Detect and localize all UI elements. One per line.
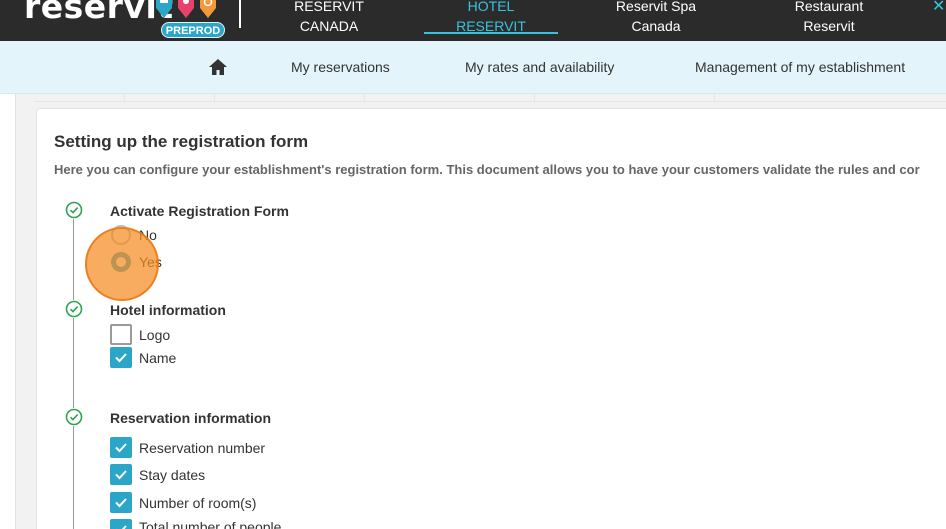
property-tab-label: Reservit Spa Canada <box>615 0 697 34</box>
timeline-line <box>73 219 74 529</box>
check-circle-icon <box>65 201 83 219</box>
checkbox-name[interactable] <box>110 347 132 368</box>
property-tab-label: Restaurant Reservit <box>794 0 864 34</box>
property-tab-label: HOTEL RESERVIT <box>456 0 526 34</box>
nav-my-reservations[interactable]: My reservations <box>291 59 390 75</box>
checkbox-label-number-of-rooms[interactable]: Number of room(s) <box>139 495 256 511</box>
logo-pins-icon <box>156 0 216 18</box>
page-title: Setting up the registration form <box>54 132 309 151</box>
nav-my-rates-and-availability[interactable]: My rates and availability <box>465 59 614 75</box>
checkbox-total-number-of-people[interactable] <box>110 519 132 529</box>
header-divider <box>239 0 241 28</box>
click-indicator <box>85 227 159 301</box>
close-icon[interactable]: ✕ <box>932 0 945 16</box>
home-icon[interactable] <box>208 58 228 76</box>
checkbox-label-logo[interactable]: Logo <box>139 327 170 343</box>
checkmark-icon <box>116 525 127 529</box>
checkbox-logo[interactable] <box>110 324 132 345</box>
property-tab-reservit-canada[interactable]: RESERVIT CANADA <box>286 0 372 36</box>
section-title-activate-registration-form: Activate Registration Form <box>110 203 289 219</box>
main-navigation: My reservations My rates and availabilit… <box>0 41 946 94</box>
property-tab-hotel-reservit[interactable]: HOTEL RESERVIT <box>424 0 558 36</box>
checkbox-reservation-number[interactable] <box>110 437 132 458</box>
checkmark-icon <box>115 470 127 480</box>
checkbox-label-name[interactable]: Name <box>139 350 176 366</box>
section-title-reservation-information: Reservation information <box>110 410 272 426</box>
checkbox-label-stay-dates[interactable]: Stay dates <box>139 467 205 483</box>
environment-badge: PREPROD <box>161 22 225 38</box>
property-tab-reservit-spa-canada[interactable]: Reservit Spa Canada <box>606 0 706 36</box>
checkmark-icon <box>115 498 127 508</box>
left-sidebar <box>0 94 16 529</box>
section-title-hotel-information: Hotel information <box>110 302 226 318</box>
check-circle-icon <box>65 408 83 426</box>
check-circle-icon <box>65 300 83 318</box>
checkbox-label-reservation-number[interactable]: Reservation number <box>139 440 265 456</box>
checkbox-stay-dates[interactable] <box>110 464 132 485</box>
checkbox-number-of-rooms[interactable] <box>110 492 132 513</box>
checkmark-icon <box>115 443 127 453</box>
form-description: Here you can configure your establishmen… <box>54 162 920 177</box>
checkbox-label-total-number-of-people[interactable]: Total number of people <box>139 519 281 529</box>
property-tab-restaurant-reservit[interactable]: Restaurant Reservit <box>786 0 872 36</box>
table-edge <box>34 94 946 102</box>
nav-management-of-my-establishment[interactable]: Management of my establishment <box>695 59 905 75</box>
top-bar: reservit PREPROD RESERVIT CANADA HOTEL R… <box>0 0 946 41</box>
property-tab-label: RESERVIT CANADA <box>294 0 364 34</box>
checkmark-icon <box>115 353 127 363</box>
logo[interactable]: reservit <box>24 0 174 26</box>
